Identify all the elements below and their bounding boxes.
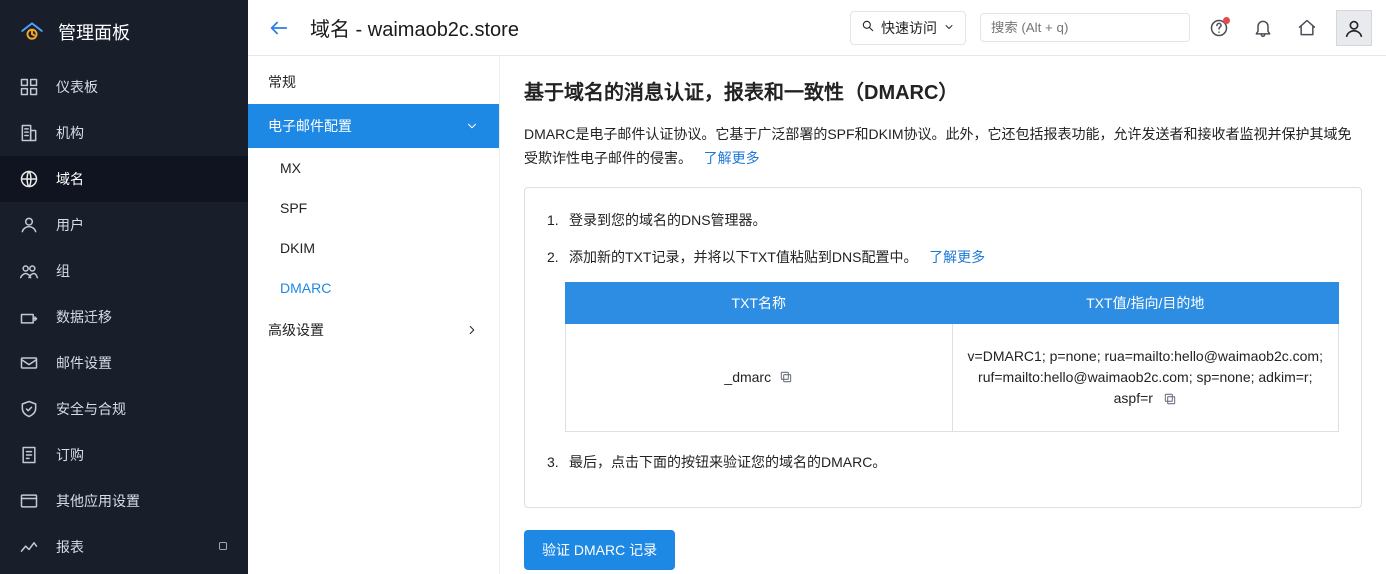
sidebar-item-label: 安全与合规 xyxy=(56,399,126,419)
step-2: 2. 添加新的TXT记录，并将以下TXT值粘贴到DNS配置中。 了解更多 xyxy=(547,245,1339,270)
sidebar-item-migration[interactable]: 数据迁移 xyxy=(0,294,248,340)
sidebar-item-security[interactable]: 安全与合规 xyxy=(0,386,248,432)
subnav-advanced[interactable]: 高级设置 xyxy=(248,308,499,352)
reports-icon xyxy=(18,536,40,558)
sidebar-item-label: 用户 xyxy=(56,215,84,235)
subnav-email-config[interactable]: 电子邮件配置 xyxy=(248,104,499,148)
sidebar-item-label: 组 xyxy=(56,261,70,281)
subnav-dmarc[interactable]: DMARC xyxy=(248,268,499,308)
copy-icon[interactable] xyxy=(1163,392,1177,406)
subnav-label: 常规 xyxy=(268,72,296,92)
sidebar-item-label: 报表 xyxy=(56,537,84,557)
header: 域名 - waimaob2c.store 快速访问 xyxy=(248,0,1386,56)
subnav-label: DMARC xyxy=(280,280,331,296)
chevron-down-icon xyxy=(943,20,955,36)
txt-value-text: v=DMARC1; p=none; rua=mailto:hello@waima… xyxy=(968,348,1323,406)
lead-text: DMARC是电子邮件认证协议。它基于广泛部署的SPF和DKIM协议。此外，它还包… xyxy=(524,126,1352,166)
migration-icon xyxy=(18,306,40,328)
subnav-label: SPF xyxy=(280,200,307,216)
search-icon xyxy=(861,19,875,36)
verify-dmarc-button[interactable]: 验证 DMARC 记录 xyxy=(524,530,675,570)
table-row: _dmarc v=DMARC1; p=none; rua=mailto:hell… xyxy=(566,323,1339,431)
copy-icon[interactable] xyxy=(779,370,793,384)
sidebar-item-label: 域名 xyxy=(56,169,84,189)
page-description: DMARC是电子邮件认证协议。它基于广泛部署的SPF和DKIM协议。此外，它还包… xyxy=(524,123,1362,171)
table-header-name: TXT名称 xyxy=(566,282,953,323)
page-heading: 基于域名的消息认证，报表和一致性（DMARC） xyxy=(524,76,1362,105)
txt-name-value: _dmarc xyxy=(724,369,771,385)
sidebar-item-label: 仪表板 xyxy=(56,77,98,97)
learn-more-link[interactable]: 了解更多 xyxy=(704,150,760,166)
step-number: 3. xyxy=(547,450,561,475)
page-title: 域名 - waimaob2c.store xyxy=(310,13,519,42)
sidebar-item-label: 其他应用设置 xyxy=(56,491,140,511)
sidebar-item-users[interactable]: 用户 xyxy=(0,202,248,248)
main-sidebar: 管理面板 仪表板 机构 域名 用户 组 xyxy=(0,0,248,574)
steps-panel: 1. 登录到您的域名的DNS管理器。 2. 添加新的TXT记录，并将以下TXT值… xyxy=(524,187,1362,509)
chevron-down-icon xyxy=(465,119,479,133)
notifications-button[interactable] xyxy=(1248,13,1278,43)
sidebar-item-groups[interactable]: 组 xyxy=(0,248,248,294)
subnav-label: DKIM xyxy=(280,240,315,256)
learn-more-link-2[interactable]: 了解更多 xyxy=(929,249,985,265)
apps-icon xyxy=(18,490,40,512)
sidebar-item-label: 订购 xyxy=(56,445,84,465)
step-text: 最后，点击下面的按钮来验证您的域名的DMARC。 xyxy=(569,450,886,475)
subnav-dkim[interactable]: DKIM xyxy=(248,228,499,268)
step-3: 3. 最后，点击下面的按钮来验证您的域名的DMARC。 xyxy=(547,450,1339,475)
page-body: 基于域名的消息认证，报表和一致性（DMARC） DMARC是电子邮件认证协议。它… xyxy=(500,56,1386,574)
subnav-spf[interactable]: SPF xyxy=(248,188,499,228)
dashboard-icon xyxy=(18,76,40,98)
quick-access-dropdown[interactable]: 快速访问 xyxy=(850,11,966,45)
step-number: 2. xyxy=(547,245,561,270)
sidebar-item-label: 邮件设置 xyxy=(56,353,112,373)
receipt-icon xyxy=(18,444,40,466)
home-button[interactable] xyxy=(1292,13,1322,43)
chevron-right-icon xyxy=(465,323,479,337)
step-number: 1. xyxy=(547,208,561,233)
step-1: 1. 登录到您的域名的DNS管理器。 xyxy=(547,208,1339,233)
sidebar-item-label: 数据迁移 xyxy=(56,307,112,327)
subnav-label: MX xyxy=(280,160,301,176)
global-search-input[interactable] xyxy=(980,13,1190,42)
brand-title: 管理面板 xyxy=(58,19,130,45)
txt-record-table: TXT名称 TXT值/指向/目的地 _dmarc xyxy=(565,282,1339,432)
subnav-label: 电子邮件配置 xyxy=(268,116,352,136)
subnav-general[interactable]: 常规 xyxy=(248,60,499,104)
user-avatar[interactable] xyxy=(1336,10,1372,46)
notification-dot xyxy=(1223,17,1230,24)
sidebar-item-organization[interactable]: 机构 xyxy=(0,110,248,156)
subnav-mx[interactable]: MX xyxy=(248,148,499,188)
table-header-value: TXT值/指向/目的地 xyxy=(952,282,1339,323)
brand-logo-icon xyxy=(18,18,46,46)
subnav-label: 高级设置 xyxy=(268,320,324,340)
shield-icon xyxy=(18,398,40,420)
back-button[interactable] xyxy=(262,11,296,45)
group-icon xyxy=(18,260,40,282)
user-icon xyxy=(18,214,40,236)
quick-access-label: 快速访问 xyxy=(881,18,937,38)
step-text: 添加新的TXT记录，并将以下TXT值粘贴到DNS配置中。 xyxy=(569,249,917,265)
organization-icon xyxy=(18,122,40,144)
sidebar-item-dashboard[interactable]: 仪表板 xyxy=(0,64,248,110)
sidebar-nav: 仪表板 机构 域名 用户 组 数据迁移 xyxy=(0,64,248,570)
sidebar-item-subscription[interactable]: 订购 xyxy=(0,432,248,478)
secondary-sidebar: 常规 电子邮件配置 MX SPF DKIM DMARC xyxy=(248,56,500,574)
sidebar-item-domains[interactable]: 域名 xyxy=(0,156,248,202)
sidebar-item-mail-settings[interactable]: 邮件设置 xyxy=(0,340,248,386)
sidebar-item-label: 机构 xyxy=(56,123,84,143)
globe-icon xyxy=(18,168,40,190)
brand: 管理面板 xyxy=(0,8,248,64)
sidebar-item-reports[interactable]: 报表 xyxy=(0,524,248,570)
help-button[interactable] xyxy=(1204,13,1234,43)
mail-settings-icon xyxy=(18,352,40,374)
sidebar-item-other-apps[interactable]: 其他应用设置 xyxy=(0,478,248,524)
pin-icon xyxy=(216,539,230,556)
step-text: 登录到您的域名的DNS管理器。 xyxy=(569,208,767,233)
